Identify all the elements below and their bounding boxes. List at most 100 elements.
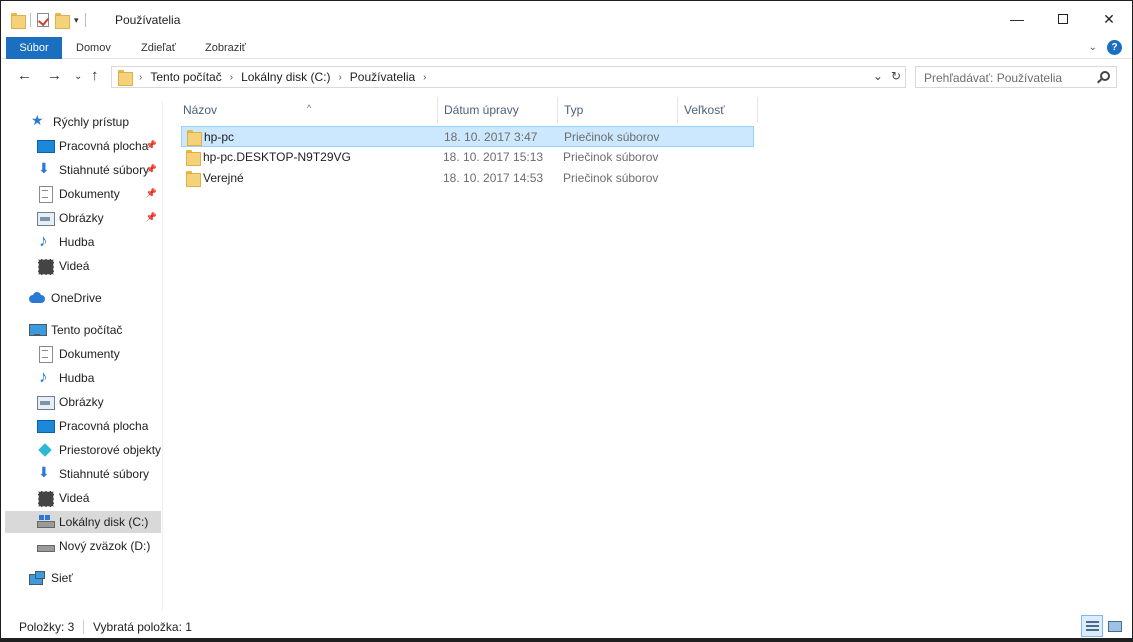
sidebar-item-pictures[interactable]: Obrázky 📌	[37, 207, 161, 229]
new-folder-icon[interactable]	[55, 13, 70, 29]
toolbar-separator	[30, 13, 31, 27]
document-icon	[37, 346, 53, 363]
column-header-name[interactable]: Názov ^	[177, 97, 438, 123]
breadcrumb-chevron-icon[interactable]: ›	[423, 72, 426, 83]
sidebar-item-pc-videos[interactable]: Videá	[37, 487, 161, 509]
breadcrumb-this-pc[interactable]: Tento počítač	[150, 70, 221, 84]
tab-share[interactable]: Zdieľať	[131, 37, 186, 59]
tab-file[interactable]: Súbor	[6, 37, 62, 59]
sidebar-item-desktop[interactable]: Pracovná plocha 📌	[37, 135, 161, 157]
address-dropdown-chevron-icon[interactable]: ⌄	[873, 69, 883, 83]
tab-view[interactable]: Zobraziť	[195, 37, 256, 59]
sidebar-item-onedrive[interactable]: OneDrive	[29, 287, 161, 309]
ribbon-right-controls: ⌄ ?	[1089, 40, 1122, 55]
breadcrumb-local-disk[interactable]: Lokálny disk (C:)	[241, 70, 330, 84]
sidebar-item-label: Pracovná plocha	[59, 419, 149, 433]
back-arrow-icon[interactable]: ←	[17, 67, 32, 84]
sidebar-item-3d-objects[interactable]: Priestorové objekty	[37, 439, 163, 461]
row-name: Verejné	[203, 171, 244, 185]
customize-toolbar-chevron-icon[interactable]: ▾	[74, 15, 79, 26]
pin-icon[interactable]: 📌	[146, 140, 157, 151]
file-explorer-window: ▾ Používatelia — ✕ Súbor Domov Zdieľať Z…	[0, 0, 1133, 642]
sidebar-item-pc-downloads[interactable]: Stiahnuté súbory	[37, 463, 161, 485]
sidebar-item-music[interactable]: Hudba	[37, 231, 161, 253]
column-header-label: Veľkosť	[684, 103, 725, 117]
forward-arrow-icon[interactable]: →	[47, 67, 62, 84]
table-row[interactable]: hp-pc.DESKTOP-N9T29VG 18. 10. 2017 15:13…	[181, 147, 754, 168]
minimize-button[interactable]: —	[994, 1, 1040, 37]
folder-icon	[186, 150, 201, 166]
up-arrow-icon[interactable]: ↑	[91, 67, 99, 84]
status-selected-count: Vybratá položka: 1	[93, 620, 192, 634]
film-icon	[37, 490, 54, 507]
help-icon[interactable]: ?	[1107, 40, 1122, 55]
table-row[interactable]: Verejné 18. 10. 2017 14:53 Priečinok súb…	[181, 168, 754, 189]
toolbar-separator	[84, 13, 86, 27]
pictures-icon	[37, 394, 55, 410]
breadcrumb-chevron-icon[interactable]: ›	[230, 72, 233, 83]
film-icon	[37, 258, 54, 275]
sidebar-item-downloads[interactable]: Stiahnuté súbory 📌	[37, 159, 161, 181]
folder-icon	[187, 130, 202, 146]
breadcrumb-chevron-icon[interactable]: ›	[139, 72, 142, 83]
breadcrumb-users[interactable]: Používatelia	[350, 70, 415, 84]
sidebar-item-documents[interactable]: Dokumenty 📌	[37, 183, 161, 205]
sidebar-item-quick-access[interactable]: Rýchly prístup	[31, 111, 161, 133]
refresh-icon[interactable]: ↻	[891, 69, 901, 83]
column-header-label: Názov	[183, 103, 218, 117]
sidebar-item-pc-pictures[interactable]: Obrázky	[37, 391, 161, 413]
table-row[interactable]: hp-pc 18. 10. 2017 3:47 Priečinok súboro…	[181, 126, 754, 147]
window-title: Používatelia	[115, 13, 181, 27]
star-icon	[31, 112, 47, 130]
large-icons-view-button[interactable]	[1103, 615, 1125, 637]
cloud-icon	[29, 290, 45, 306]
desktop-icon	[37, 138, 55, 154]
close-button[interactable]: ✕	[1086, 1, 1132, 37]
sidebar-item-pc-desktop[interactable]: Pracovná plocha	[37, 415, 161, 437]
sidebar-item-local-disk-c[interactable]: Lokálny disk (C:)	[5, 511, 161, 533]
address-bar[interactable]: › Tento počítač › Lokálny disk (C:) › Po…	[111, 66, 906, 88]
sidebar-item-pc-music[interactable]: Hudba	[37, 367, 161, 389]
column-header-label: Typ	[564, 103, 584, 117]
sidebar-item-network[interactable]: Sieť	[29, 567, 161, 589]
network-icon	[29, 570, 45, 586]
ribbon-tabs: Súbor Domov Zdieľať Zobraziť ⌄ ?	[1, 37, 1132, 59]
sidebar-item-label: Pracovná plocha	[59, 139, 149, 153]
details-view-button[interactable]	[1081, 615, 1103, 637]
status-divider	[83, 620, 84, 634]
pictures-icon	[37, 210, 55, 226]
document-icon	[37, 186, 53, 203]
column-header-type[interactable]: Typ	[558, 97, 678, 123]
minimize-icon: —	[1010, 11, 1024, 27]
search-input[interactable]: Prehľadávať: Používatelia	[915, 66, 1117, 88]
navigation-pane: Rýchly prístup Pracovná plocha 📌 Stiahnu…	[5, 101, 163, 611]
column-header-date[interactable]: Dátum úpravy	[438, 97, 558, 123]
sidebar-item-label: Stiahnuté súbory	[59, 163, 150, 177]
row-type: Priečinok súborov	[563, 150, 659, 164]
sidebar-item-label: Stiahnuté súbory	[59, 467, 150, 481]
sidebar-item-label: Rýchly prístup	[53, 115, 130, 129]
file-list: Názov ^ Dátum úpravy Typ Veľkosť hp-pc 1…	[173, 93, 1123, 613]
sidebar-item-videos[interactable]: Videá	[37, 255, 161, 277]
maximize-button[interactable]	[1040, 1, 1086, 37]
expand-ribbon-chevron-icon[interactable]: ⌄	[1089, 42, 1097, 53]
sidebar-item-pc-documents[interactable]: Dokumenty	[37, 343, 161, 365]
sidebar-item-volume-d[interactable]: Nový zväzok (D:)	[37, 535, 161, 557]
recent-locations-chevron-icon[interactable]: ⌄	[74, 71, 82, 82]
pin-icon[interactable]: 📌	[146, 212, 157, 223]
search-icon[interactable]	[1100, 71, 1110, 81]
pin-icon[interactable]: 📌	[146, 188, 157, 199]
quick-access-toolbar: ▾	[11, 11, 86, 29]
breadcrumb-chevron-icon[interactable]: ›	[338, 72, 341, 83]
sidebar-item-label: Dokumenty	[59, 347, 120, 361]
row-date: 18. 10. 2017 14:53	[443, 171, 544, 185]
tab-home[interactable]: Domov	[66, 37, 121, 59]
properties-icon[interactable]	[37, 13, 49, 27]
folder-icon	[186, 171, 201, 187]
column-header-label: Dátum úpravy	[444, 103, 519, 117]
column-header-size[interactable]: Veľkosť	[678, 97, 758, 123]
pin-icon[interactable]: 📌	[146, 164, 157, 175]
sidebar-item-this-pc[interactable]: Tento počítač	[29, 319, 161, 341]
status-item-count: Položky: 3	[19, 620, 75, 634]
sidebar-item-label: Videá	[59, 259, 90, 273]
